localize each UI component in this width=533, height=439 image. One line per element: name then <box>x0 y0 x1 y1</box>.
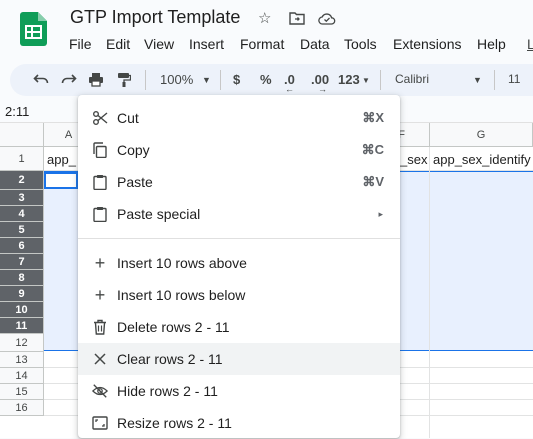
menu-item-cut[interactable]: Cut ⌘X <box>78 102 400 134</box>
submenu-arrow-icon: ▸ <box>378 208 383 219</box>
copy-icon <box>92 142 108 158</box>
row-header-11[interactable]: 11 <box>0 318 44 334</box>
currency-format-button[interactable]: $ <box>233 72 240 87</box>
menu-divider <box>78 238 400 239</box>
toolbar-divider <box>220 70 221 90</box>
cell-a1[interactable]: app_ <box>47 152 76 167</box>
star-icon[interactable]: ☆ <box>258 9 271 27</box>
menu-item-delete-rows[interactable]: Delete rows 2 - 11 <box>78 311 400 343</box>
shortcut-label: ⌘X <box>362 110 384 125</box>
menu-item-insert-rows-below[interactable]: + Insert 10 rows below <box>78 279 400 311</box>
menu-item-label: Paste <box>117 174 153 190</box>
gridline <box>429 147 430 438</box>
row-header-7[interactable]: 7 <box>0 254 44 270</box>
shortcut-label: ⌘V <box>362 174 384 189</box>
shortcut-label: ⌘C <box>361 142 384 157</box>
plus-icon: + <box>94 284 106 305</box>
menu-item-label: Paste special <box>117 206 201 222</box>
more-formats-dropdown-icon[interactable]: ▼ <box>362 76 370 85</box>
clipboard-icon <box>92 206 108 222</box>
font-size-input[interactable]: 11 <box>508 72 520 86</box>
menu-item-label: Insert 10 rows above <box>117 255 247 271</box>
menu-item-label: Resize rows 2 - 11 <box>117 415 232 431</box>
zoom-dropdown-icon[interactable]: ▼ <box>202 75 211 85</box>
menu-item-hide-rows[interactable]: Hide rows 2 - 11 <box>78 375 400 407</box>
trash-icon <box>92 319 108 335</box>
row-header-13[interactable]: 13 <box>0 352 44 368</box>
menu-last-edit[interactable]: L <box>527 36 533 52</box>
menu-item-copy[interactable]: Copy ⌘C <box>78 134 400 166</box>
cloud-saved-icon[interactable] <box>318 12 336 25</box>
sheets-logo-icon[interactable] <box>20 12 47 46</box>
arrow-right-icon: → <box>318 84 327 94</box>
menu-item-label: Hide rows 2 - 11 <box>117 383 218 399</box>
row-header-5[interactable]: 5 <box>0 222 44 238</box>
font-dropdown-icon[interactable]: ▼ <box>473 75 482 85</box>
eye-off-icon <box>92 383 108 399</box>
toolbar-divider <box>494 70 495 90</box>
paint-format-icon[interactable] <box>117 72 131 87</box>
menu-item-resize-rows[interactable]: Resize rows 2 - 11 <box>78 407 400 439</box>
menu-item-insert-rows-above[interactable]: + Insert 10 rows above <box>78 247 400 279</box>
toolbar-divider <box>380 70 381 90</box>
name-box[interactable]: 2:11 <box>5 104 29 119</box>
close-icon <box>92 351 108 367</box>
cell-f1[interactable]: _sex <box>400 152 427 167</box>
plus-icon: + <box>94 252 106 273</box>
menu-item-label: Clear rows 2 - 11 <box>117 351 223 367</box>
font-family-select[interactable]: Calibri <box>395 72 429 86</box>
more-formats-button[interactable]: 123 <box>338 72 360 87</box>
row-header-10[interactable]: 10 <box>0 302 44 318</box>
menu-item-paste-special[interactable]: Paste special ▸ <box>78 198 400 230</box>
menu-edit[interactable]: Edit <box>106 36 130 52</box>
menu-data[interactable]: Data <box>300 36 330 52</box>
print-icon[interactable] <box>88 72 104 87</box>
row-header-12[interactable]: 12 <box>0 334 44 352</box>
row-header-4[interactable]: 4 <box>0 206 44 222</box>
row-header-6[interactable]: 6 <box>0 238 44 254</box>
menu-item-label: Cut <box>117 110 139 126</box>
scissors-icon <box>92 110 108 126</box>
row-header-16[interactable]: 16 <box>0 400 44 416</box>
arrow-left-icon: ← <box>285 84 294 94</box>
menu-item-paste[interactable]: Paste ⌘V <box>78 166 400 198</box>
menu-item-label: Insert 10 rows below <box>117 287 246 303</box>
menu-format[interactable]: Format <box>240 36 284 52</box>
menu-help[interactable]: Help <box>477 36 506 52</box>
menu-item-label: Copy <box>117 142 150 158</box>
column-header-g[interactable]: G <box>430 123 533 147</box>
row-header-3[interactable]: 3 <box>0 190 44 206</box>
row-header-15[interactable]: 15 <box>0 384 44 400</box>
cell-g1[interactable]: app_sex_identify <box>433 152 531 167</box>
resize-icon <box>92 415 108 431</box>
row-header-2[interactable]: 2 <box>0 171 44 190</box>
menu-extensions[interactable]: Extensions <box>393 36 461 52</box>
menu-item-label: Delete rows 2 - 11 <box>117 319 230 335</box>
row-header-1[interactable]: 1 <box>0 147 44 171</box>
row-header-9[interactable]: 9 <box>0 286 44 302</box>
menu-insert[interactable]: Insert <box>189 36 224 52</box>
clipboard-icon <box>92 174 108 190</box>
row-header-8[interactable]: 8 <box>0 270 44 286</box>
percent-format-button[interactable]: % <box>260 72 272 87</box>
active-cell[interactable] <box>44 172 78 189</box>
menu-tools[interactable]: Tools <box>344 36 377 52</box>
menu-file[interactable]: File <box>69 36 92 52</box>
zoom-select[interactable]: 100% <box>160 72 193 87</box>
document-title[interactable]: GTP Import Template <box>70 7 240 28</box>
menu-view[interactable]: View <box>144 36 174 52</box>
redo-icon[interactable] <box>61 73 77 85</box>
undo-icon[interactable] <box>33 73 49 85</box>
row-header-14[interactable]: 14 <box>0 368 44 384</box>
move-to-folder-icon[interactable] <box>289 11 305 25</box>
select-all-corner[interactable] <box>0 123 44 147</box>
menu-item-clear-rows[interactable]: Clear rows 2 - 11 <box>78 343 400 375</box>
toolbar-divider <box>145 70 146 90</box>
